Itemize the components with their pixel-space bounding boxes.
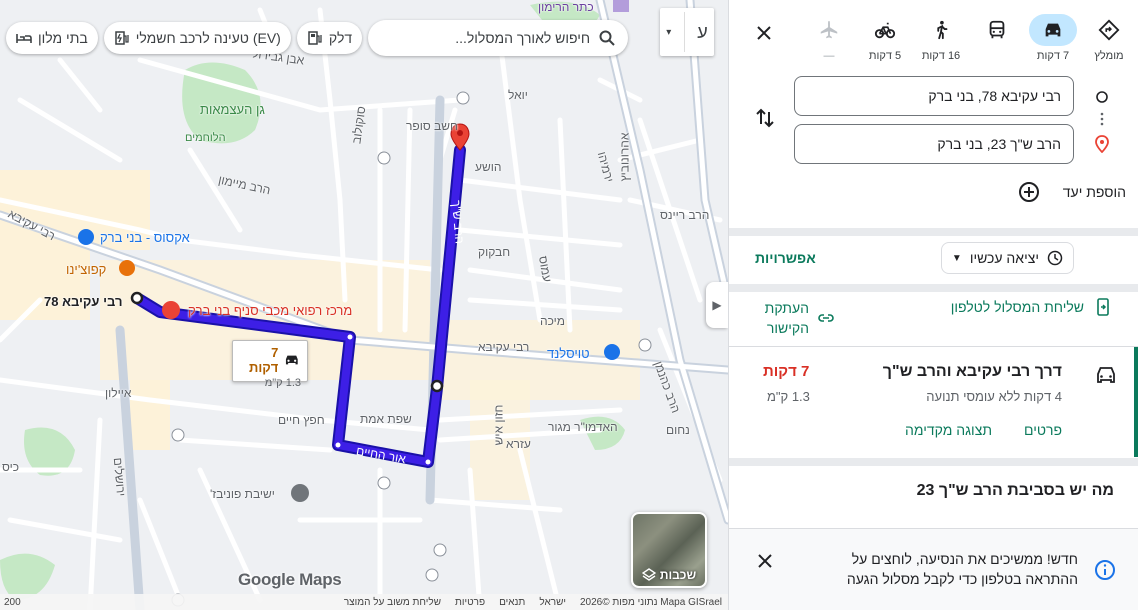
mode-transit[interactable]	[976, 14, 1018, 50]
terms-link[interactable]: תנאים	[499, 597, 525, 608]
hotels-chip-label: בתי מלון	[38, 30, 88, 46]
layers-button[interactable]: שכבות	[631, 512, 707, 588]
chevron-down-icon: ▾	[666, 26, 672, 38]
country-label[interactable]: ישראל	[539, 597, 566, 608]
mode-driving-label: 7 דקות	[1036, 50, 1070, 62]
directions-diamond-icon	[1098, 19, 1120, 41]
mode-driving[interactable]: 7 דקות	[1029, 14, 1077, 62]
route-box-distance: 1.3 ק"מ	[264, 377, 301, 389]
send-to-phone-button[interactable]: שליחת המסלול לטלפון	[951, 298, 1112, 316]
ev-charger-icon	[115, 31, 129, 45]
divider	[729, 458, 1138, 466]
route-search-placeholder: חיפוש לאורך המסלול...	[455, 30, 591, 46]
swap-directions-button[interactable]	[753, 106, 777, 130]
map-footer: 200 שליחת משוב על המוצר פרטיות תנאים ישר…	[0, 594, 728, 610]
bus-icon	[989, 20, 1005, 39]
gas-station-icon	[308, 31, 322, 45]
car-icon	[1097, 367, 1115, 383]
map-base	[0, 0, 728, 610]
destination-input[interactable]: הרב ש"ך 23, בני ברק	[794, 124, 1074, 164]
info-icon	[1095, 560, 1115, 580]
route-preview-link[interactable]: תצוגה מקדימה	[905, 422, 992, 438]
route-details-link[interactable]: פרטים	[1024, 422, 1062, 438]
send-to-phone-label: שליחת המסלול לטלפון	[950, 299, 1084, 315]
collapse-panel-button[interactable]: ▶	[706, 282, 728, 328]
route-box-time: 7 דקות	[249, 345, 279, 375]
depart-time-dropdown[interactable]: יציאה עכשיו ▼	[940, 242, 1074, 274]
car-icon	[1045, 23, 1061, 37]
nearby-heading[interactable]: מה יש בסביבת הרב ש"ך 23	[917, 482, 1114, 500]
send-to-phone-icon	[1097, 298, 1109, 316]
destination-pin-icon	[1094, 135, 1110, 153]
feedback-link[interactable]: שליחת משוב על המוצר	[344, 597, 441, 608]
close-icon	[757, 26, 771, 40]
chevron-right-icon: ▶	[712, 298, 722, 312]
map-canvas[interactable]: גן העצמאות הלוחמים הרב מיימון רבי עקיבא …	[0, 0, 728, 610]
layers-icon	[641, 568, 656, 581]
add-circle-icon	[1018, 182, 1039, 202]
route-duration: 7 דקות	[763, 363, 810, 380]
close-directions-button[interactable]	[751, 20, 777, 46]
copy-link-button[interactable]: העתקת הקישור	[749, 298, 835, 338]
add-destination-label: הוספת יעד	[1062, 184, 1126, 200]
layers-label: שכבות	[659, 568, 697, 582]
depart-label: יציאה עכשיו	[969, 250, 1039, 266]
divider	[729, 228, 1138, 236]
origin-circle-icon	[1094, 89, 1110, 105]
fuel-chip[interactable]: דלק	[296, 22, 363, 54]
options-button[interactable]: אפשרויות	[755, 250, 816, 266]
fuel-chip-label: דלק	[328, 30, 353, 46]
chevron-down-icon: ▼	[951, 252, 962, 264]
google-maps-logo: Google Maps	[238, 570, 342, 589]
add-destination-button[interactable]: הוספת יעד	[766, 180, 1126, 204]
mode-cycling[interactable]: 5 דקות	[864, 14, 906, 62]
mode-flight-label: —	[823, 50, 835, 62]
close-icon[interactable]	[755, 551, 775, 571]
mode-best-label: מומלץ	[1094, 50, 1124, 62]
ev-charging-chip[interactable]: טעינה לרכב חשמלי (EV)	[103, 22, 291, 54]
mode-best[interactable]: מומלץ	[1088, 14, 1130, 62]
divider	[729, 284, 1138, 292]
mode-cycling-label: 5 דקות	[868, 50, 902, 62]
travel-modes: מומלץ 7 דקות 16 דקות 5 דקות —	[808, 14, 1130, 62]
link-icon	[818, 314, 834, 322]
route-distance: 1.3 ק"מ	[767, 389, 810, 404]
new-feature-notice: חדש! ממשיכים את הנסיעה, לוחצים על ההתראה…	[729, 528, 1138, 610]
mode-walking-label: 16 דקות	[921, 50, 961, 62]
hotels-chip[interactable]: בתי מלון	[6, 22, 98, 54]
walking-icon	[937, 20, 948, 40]
copy-link-label: העתקת הקישור	[764, 300, 809, 336]
bicycle-icon	[874, 22, 896, 39]
airplane-icon	[820, 20, 838, 39]
more-dots-icon	[1094, 111, 1110, 127]
map-data-credit: נתוני מפות ©2026 Mapa GISrael	[579, 596, 722, 608]
route-search-input[interactable]: חיפוש לאורך המסלול...	[368, 20, 629, 56]
language-toggle[interactable]: ▾ ע	[660, 8, 714, 56]
origin-input[interactable]: רבי עקיבא 78, בני ברק	[794, 76, 1074, 116]
swap-vertical-icon	[756, 108, 774, 128]
origin-marker	[130, 291, 144, 305]
clock-icon	[1047, 250, 1063, 266]
directions-panel: מומלץ 7 דקות 16 דקות 5 דקות — רבי עקיבא …	[728, 0, 1138, 610]
route-option-card[interactable]: דרך רבי עקיבא והרב ש"ך 7 דקות 4 דקות ללא…	[729, 347, 1138, 457]
bed-icon	[16, 34, 32, 43]
search-icon	[599, 30, 615, 46]
map-top-bar: בתי מלון טעינה לרכב חשמלי (EV) דלק חיפוש…	[6, 20, 629, 56]
car-icon	[286, 355, 299, 365]
route-time-box[interactable]: 7 דקות 1.3 ק"מ	[232, 340, 308, 389]
notice-text: חדש! ממשיכים את הנסיעה, לוחצים על ההתראה…	[846, 551, 1078, 587]
privacy-link[interactable]: פרטיות	[455, 597, 485, 608]
route-traffic-note: 4 דקות ללא עומסי תנועה	[926, 389, 1062, 404]
language-label: ע	[697, 21, 708, 42]
scale-bar[interactable]: 200	[0, 597, 21, 608]
ev-charging-chip-label: טעינה לרכב חשמלי (EV)	[135, 30, 281, 46]
mode-flight[interactable]: —	[808, 14, 850, 62]
mode-walking[interactable]: 16 דקות	[920, 14, 962, 62]
destination-pin	[450, 123, 470, 151]
route-name: דרך רבי עקיבא והרב ש"ך	[882, 363, 1062, 380]
lang-divider	[683, 12, 685, 52]
